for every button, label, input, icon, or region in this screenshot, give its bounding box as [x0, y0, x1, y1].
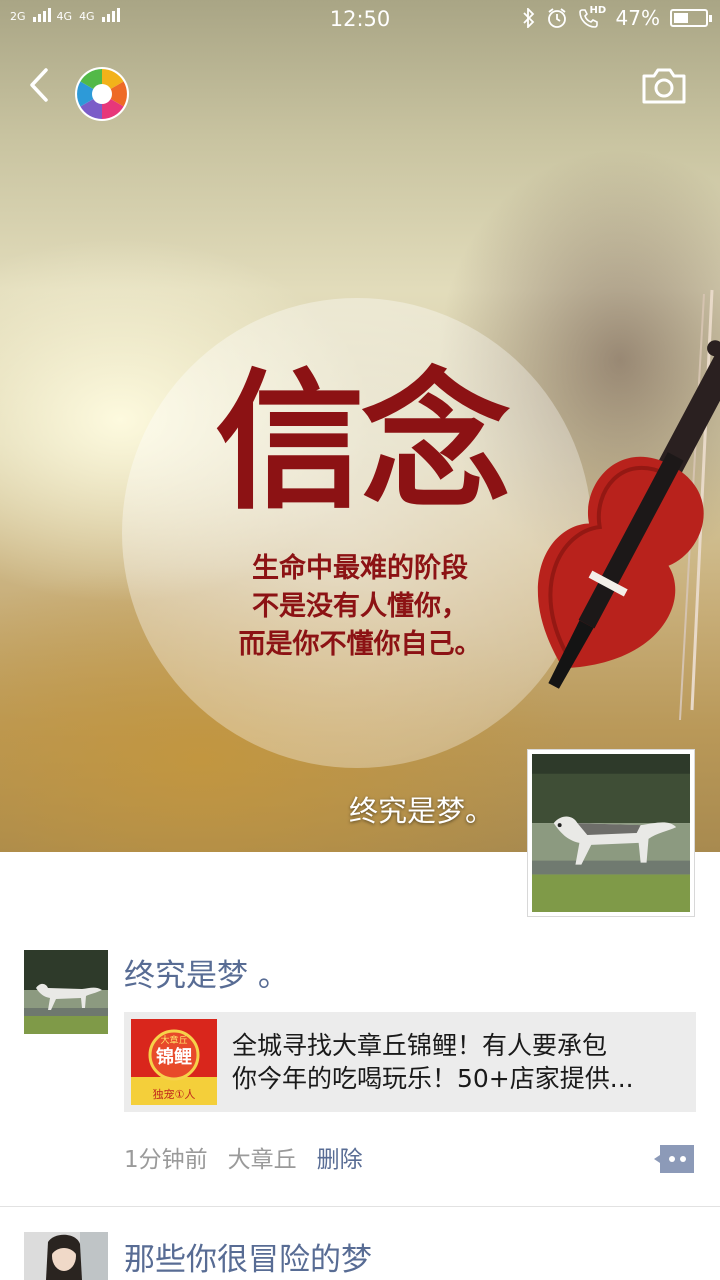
- dog-avatar-image: [24, 950, 108, 1034]
- bluetooth-icon: [522, 8, 534, 28]
- link-title-line: 全城寻找大章丘锦鲤！有人要承包: [232, 1031, 608, 1060]
- battery-percent: 47%: [615, 6, 660, 30]
- post-author-avatar[interactable]: [24, 1232, 108, 1280]
- post-location[interactable]: 大章丘: [228, 1140, 297, 1174]
- post-time: 1分钟前: [124, 1147, 208, 1173]
- link-thumbnail-image: 大章丘 锦鲤 独宠①人: [131, 1019, 217, 1105]
- camera-button[interactable]: [640, 66, 688, 106]
- camera-icon: [642, 68, 686, 104]
- battery-icon: [670, 9, 712, 27]
- dog-photo: [532, 754, 690, 912]
- chevron-left-icon: [30, 68, 48, 102]
- thumb-title-2: 锦鲤: [156, 1046, 192, 1068]
- cover-user-name: 终究是梦。: [348, 794, 494, 828]
- comment-more-button[interactable]: [652, 1143, 696, 1175]
- hd-label: HD: [589, 5, 607, 16]
- back-button[interactable]: [22, 60, 62, 110]
- cover-photo[interactable]: 信念 生命中最难的阶段 不是没有人懂你， 而是你不懂你自己。 终究是梦。: [0, 0, 720, 852]
- link-thumbnail: 大章丘 锦鲤 独宠①人: [131, 1019, 217, 1105]
- link-title: 全城寻找大章丘锦鲤！有人要承包 你今年的吃喝玩乐！50+店家提供...: [232, 1029, 672, 1095]
- shared-link-card[interactable]: 大章丘 锦鲤 独宠①人 全城寻找大章丘锦鲤！有人要承包 你今年的吃喝玩乐！50+…: [124, 1012, 696, 1112]
- alarm-icon: [547, 8, 566, 28]
- profile-avatar[interactable]: [527, 749, 695, 917]
- person-avatar-image: [24, 1232, 108, 1280]
- post-author-avatar[interactable]: [24, 950, 108, 1034]
- thumb-title-1: 大章丘: [160, 1034, 187, 1046]
- post-divider: [0, 1206, 720, 1207]
- status-bar: 2G 4G 4G 12:50 HD 47%: [0, 0, 720, 40]
- post-author-name[interactable]: 那些你很冒险的梦: [124, 1234, 372, 1279]
- hd-call-icon: HD: [578, 5, 607, 29]
- delete-button[interactable]: 删除: [317, 1140, 363, 1174]
- link-title-line: 你今年的吃喝玩乐！50+店家提供...: [232, 1064, 634, 1093]
- moments-logo-button[interactable]: [74, 66, 130, 122]
- comment-more-icon: [654, 1145, 694, 1173]
- status-icons: HD 47%: [522, 5, 712, 30]
- violin-image: [537, 289, 720, 721]
- battery-fill: [674, 13, 688, 23]
- moments-aperture-icon: [75, 67, 129, 121]
- thumb-caption: 独宠①人: [153, 1087, 196, 1101]
- post-meta: 1分钟前 大章丘 删除: [124, 1140, 363, 1174]
- post-author-name[interactable]: 终究是梦 。: [124, 950, 289, 995]
